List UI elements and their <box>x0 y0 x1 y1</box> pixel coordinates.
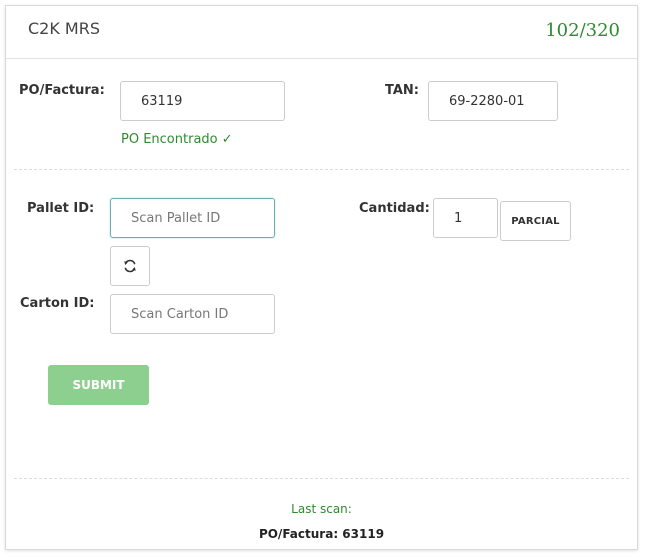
cantidad-input[interactable] <box>433 198 498 238</box>
scan-counter: 102/320 <box>545 20 620 41</box>
po-status: PO Encontrado ✓ <box>121 132 233 147</box>
po-label: PO/Factura: <box>19 83 105 98</box>
panel-header: C2K MRS 102/320 <box>6 6 637 59</box>
section-divider <box>14 169 629 170</box>
refresh-icon <box>124 259 136 273</box>
tan-label: TAN: <box>385 83 419 98</box>
tan-input[interactable] <box>428 81 558 121</box>
app-title: C2K MRS <box>28 19 101 38</box>
last-scan-value: PO/Factura: 63119 <box>258 527 385 541</box>
pallet-input[interactable] <box>110 198 275 238</box>
carton-input[interactable] <box>110 294 275 334</box>
cantidad-label: Cantidad: <box>359 201 430 216</box>
submit-button[interactable]: SUBMIT <box>48 365 149 405</box>
refresh-button[interactable] <box>110 246 150 286</box>
footer-divider <box>14 478 629 479</box>
scanner-panel: C2K MRS 102/320 PO/Factura: PO Encontrad… <box>5 5 638 550</box>
parcial-button[interactable]: PARCIAL <box>500 201 571 241</box>
po-input[interactable] <box>120 81 285 121</box>
last-scan-label: Last scan: <box>291 502 352 516</box>
pallet-label: Pallet ID: <box>27 201 95 216</box>
carton-label: Carton ID: <box>20 296 95 311</box>
